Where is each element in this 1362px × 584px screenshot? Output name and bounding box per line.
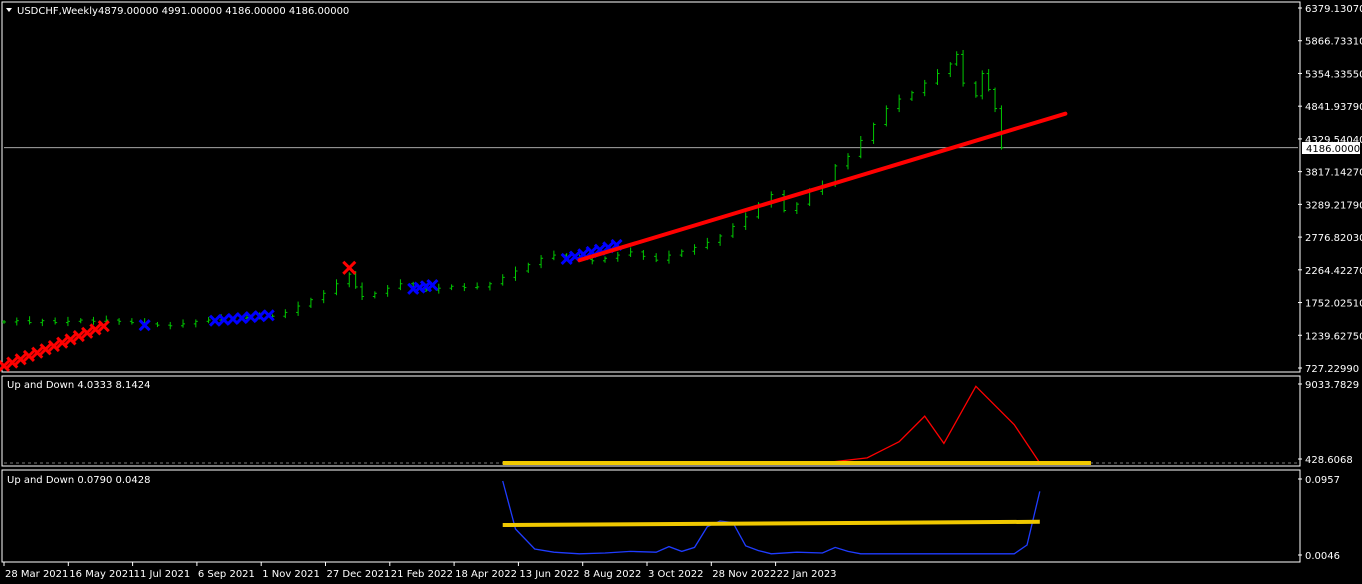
y-tick-label: 3817.14270 — [1305, 168, 1362, 179]
x-tick-label: 6 Sep 2021 — [198, 569, 255, 580]
x-tick-label: 18 Apr 2022 — [455, 569, 517, 580]
y-tick-label: 4841.93790 — [1305, 102, 1362, 113]
y-tick-label: 727.22990 — [1305, 364, 1359, 375]
y-tick-label: 3289.21790 — [1305, 200, 1362, 211]
indicator1-label: Up and Down 4.0333 8.1424 — [7, 380, 151, 391]
ohlc-label: 4879.00000 4991.00000 4186.00000 4186.00… — [98, 6, 349, 17]
x-tick-label: 21 Feb 2022 — [391, 569, 453, 580]
y-tick-label: 5866.73310 — [1305, 37, 1362, 48]
y-tick-label: 2776.82030 — [1305, 233, 1362, 244]
x-tick-label: 28 Nov 2022 — [712, 569, 776, 580]
y-tick-label: 6379.13070 — [1305, 4, 1362, 15]
x-tick-label: 27 Dec 2021 — [327, 569, 391, 580]
x-tick-label: 13 Jun 2022 — [519, 569, 579, 580]
x-tick-label: 8 Aug 2022 — [584, 569, 642, 580]
y-tick-label: 1752.02510 — [1305, 299, 1362, 310]
y-tick-label: 5354.33550 — [1305, 69, 1362, 80]
y-tick-label: 1239.62750 — [1305, 331, 1362, 342]
y-tick-label: 428.6068 — [1305, 455, 1353, 466]
symbol-label: USDCHF,Weekly — [17, 6, 98, 17]
x-tick-label: 22 Jan 2023 — [777, 569, 837, 580]
background — [0, 0, 1362, 584]
current-price-label: 4186.00000 — [1306, 144, 1362, 155]
y-tick-label: 9033.7829 — [1305, 380, 1359, 391]
chart-canvas: 6379.13070 5866.73310 5354.33550 4841.93790… — [0, 0, 1362, 584]
x-tick-label: 16 May 2021 — [69, 569, 134, 580]
x-tick-label: 11 Jul 2021 — [134, 569, 191, 580]
y-tick-label: 0.0046 — [1305, 551, 1340, 562]
x-tick-label: 1 Nov 2021 — [262, 569, 320, 580]
indicator2-label: Up and Down 0.0790 0.0428 — [7, 475, 151, 486]
x-tick-label: 28 Mar 2021 — [5, 569, 68, 580]
y-tick-label: 2264.42270 — [1305, 266, 1362, 277]
x-tick-label: 3 Oct 2022 — [648, 569, 703, 580]
y-tick-label: 0.0957 — [1305, 475, 1340, 486]
